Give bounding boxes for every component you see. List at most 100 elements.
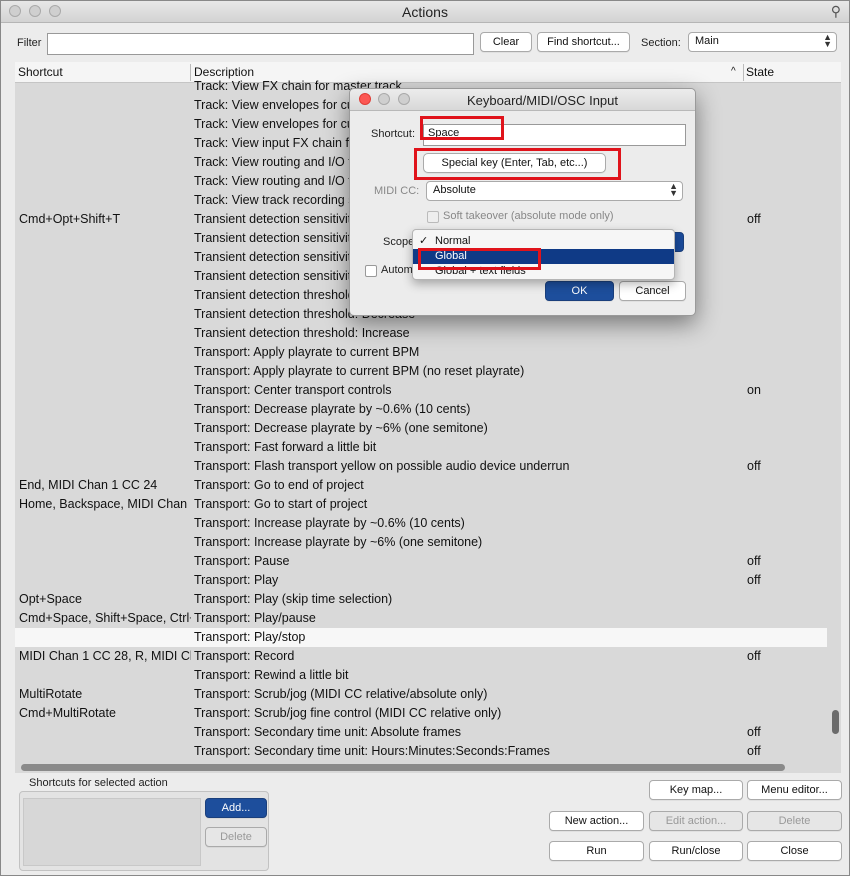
vertical-scrollbar[interactable]: [832, 710, 839, 734]
table-row[interactable]: Transport: Decrease playrate by ~0.6% (1…: [15, 400, 827, 419]
find-shortcut-button[interactable]: Find shortcut...: [537, 32, 630, 52]
row-state: off: [747, 554, 761, 568]
scope-dropdown-menu: ✓ Normal Global Global + text fields: [412, 229, 675, 280]
scope-option-label: Normal: [435, 235, 471, 247]
table-row[interactable]: Transport: Apply playrate to current BPM…: [15, 362, 827, 381]
table-row[interactable]: Transport: Rewind a little bit: [15, 666, 827, 685]
section-label: Section:: [641, 37, 681, 49]
row-state: off: [747, 649, 761, 663]
row-description: Transport: Apply playrate to current BPM…: [194, 364, 525, 378]
scope-option-global[interactable]: Global: [413, 249, 674, 264]
table-row[interactable]: Transient detection threshold: Increase: [15, 324, 827, 343]
table-row[interactable]: Transport: Apply playrate to current BPM: [15, 343, 827, 362]
run-close-button[interactable]: Run/close: [649, 841, 743, 861]
row-description: Transport: Decrease playrate by ~6% (one…: [194, 421, 488, 435]
filter-input[interactable]: [47, 33, 474, 55]
table-row[interactable]: Home, Backspace, MIDI Chan 1 CC 23Transp…: [15, 495, 827, 514]
updown-icon: ▲ ▼: [669, 181, 678, 198]
row-shortcut: End, MIDI Chan 1 CC 24: [19, 478, 158, 492]
table-row[interactable]: Opt+Space Transport: Play (skip time sele…: [15, 590, 827, 609]
table-row[interactable]: Transport: Pause off: [15, 552, 827, 571]
row-shortcut: Home, Backspace, MIDI Chan 1 CC 23: [19, 497, 191, 511]
table-row[interactable]: Transport: Play off: [15, 571, 827, 590]
section-value: Main: [695, 35, 719, 47]
special-key-button[interactable]: Special key (Enter, Tab, etc...): [423, 153, 606, 173]
shortcuts-list[interactable]: [23, 798, 201, 866]
key-map-button[interactable]: Key map...: [649, 780, 743, 800]
scope-option-global-text-fields[interactable]: Global + text fields: [413, 264, 674, 279]
row-state: on: [747, 383, 761, 397]
auto-label: Autom: [381, 264, 413, 276]
row-description: Transient detection threshold: Increase: [194, 326, 410, 340]
row-description: Transport: Record: [194, 649, 295, 663]
soft-takeover-checkbox[interactable]: [427, 211, 439, 223]
row-description: Transport: Center transport controls: [194, 383, 392, 397]
scope-option-label: Global + text fields: [435, 265, 526, 277]
row-state: off: [747, 725, 761, 739]
table-row[interactable]: Transport: Decrease playrate by ~6% (one…: [15, 419, 827, 438]
shortcut-label: Shortcut:: [371, 128, 416, 140]
table-row[interactable]: Transport: Increase playrate by ~0.6% (1…: [15, 514, 827, 533]
edit-action-button[interactable]: Edit action...: [649, 811, 743, 831]
auto-checkbox[interactable]: [365, 265, 377, 277]
table-row[interactable]: MultiRotate Transport: Scrub/jog (MIDI CC…: [15, 685, 827, 704]
table-row[interactable]: Cmd+Space, Shift+Space, Ctrl+SpaceTransp…: [15, 609, 827, 628]
menu-editor-button[interactable]: Menu editor...: [747, 780, 842, 800]
pin-icon[interactable]: ⚲: [831, 3, 841, 20]
table-row[interactable]: Transport: Center transport controls on: [15, 381, 827, 400]
section-select[interactable]: Main ▲ ▼: [688, 32, 837, 52]
midi-cc-value: Absolute: [433, 184, 476, 196]
checkmark-icon: ✓: [419, 235, 429, 247]
delete-shortcut-button[interactable]: Delete: [205, 827, 267, 847]
row-description: Transport: Rewind a little bit: [194, 668, 349, 682]
new-action-button[interactable]: New action...: [549, 811, 644, 831]
row-description: Transport: Flash transport yellow on pos…: [194, 459, 570, 473]
midi-cc-select[interactable]: Absolute ▲ ▼: [426, 181, 683, 201]
title-bar: Actions ⚲: [1, 1, 849, 23]
row-description: Transport: Play/pause: [194, 611, 316, 625]
row-description: Transport: Pause: [194, 554, 290, 568]
row-shortcut: Opt+Space: [19, 592, 82, 606]
row-shortcut: MIDI Chan 1 CC 28, R, MIDI Chan 1 CC 29: [19, 649, 191, 663]
scope-option-normal[interactable]: ✓ Normal: [413, 234, 674, 249]
row-description: Transport: Fast forward a little bit: [194, 440, 377, 454]
row-description: Transport: Secondary time unit: Hours:Mi…: [194, 744, 550, 758]
sort-ascending-icon: ^: [731, 66, 736, 77]
row-description: Transport: Scrub/jog fine control (MIDI …: [194, 706, 502, 720]
table-row[interactable]: End, MIDI Chan 1 CC 24 Transport: Go to e…: [15, 476, 827, 495]
row-state: off: [747, 744, 761, 758]
delete-action-button[interactable]: Delete: [747, 811, 842, 831]
table-row[interactable]: MIDI Chan 1 CC 28, R, MIDI Chan 1 CC 29T…: [15, 647, 827, 666]
add-shortcut-button[interactable]: Add...: [205, 798, 267, 818]
table-row[interactable]: Transport: Play/stop: [15, 628, 827, 647]
table-row[interactable]: Cmd+MultiRotate Transport: Scrub/jog fine…: [15, 704, 827, 723]
dialog-title-bar: Keyboard/MIDI/OSC Input: [350, 89, 695, 111]
row-state: off: [747, 573, 761, 587]
table-row[interactable]: Transport: Secondary time unit: Hours:Mi…: [15, 742, 827, 761]
table-row[interactable]: Transport: Fast forward a little bit: [15, 438, 827, 457]
run-button[interactable]: Run: [549, 841, 644, 861]
row-description: Transport: Apply playrate to current BPM: [194, 345, 420, 359]
row-description: Transport: Decrease playrate by ~0.6% (1…: [194, 402, 471, 416]
table-row[interactable]: Transport: Flash transport yellow on pos…: [15, 457, 827, 476]
table-row[interactable]: Transport: Secondary time unit: Absolute…: [15, 723, 827, 742]
row-shortcut: Cmd+Opt+Shift+T: [19, 212, 121, 226]
row-state: off: [747, 212, 761, 226]
row-description: Transport: Increase playrate by ~0.6% (1…: [194, 516, 465, 530]
close-button[interactable]: Close: [747, 841, 842, 861]
row-shortcut: MultiRotate: [19, 687, 83, 701]
scope-option-label: Global: [435, 250, 467, 262]
row-description: Transport: Secondary time unit: Absolute…: [194, 725, 462, 739]
shortcuts-group-label: Shortcuts for selected action: [29, 777, 168, 789]
ok-button[interactable]: OK: [545, 281, 614, 301]
midi-cc-label: MIDI CC:: [374, 185, 420, 197]
horizontal-scrollbar[interactable]: [21, 764, 785, 771]
table-row[interactable]: Transport: Increase playrate by ~6% (one…: [15, 533, 827, 552]
shortcut-input[interactable]: Space: [423, 124, 686, 146]
clear-button[interactable]: Clear: [480, 32, 532, 52]
soft-takeover-label: Soft takeover (absolute mode only): [443, 210, 614, 222]
row-description: Transport: Increase playrate by ~6% (one…: [194, 535, 483, 549]
row-description: Transport: Go to start of project: [194, 497, 368, 511]
filter-label: Filter: [17, 37, 42, 49]
cancel-button[interactable]: Cancel: [619, 281, 686, 301]
